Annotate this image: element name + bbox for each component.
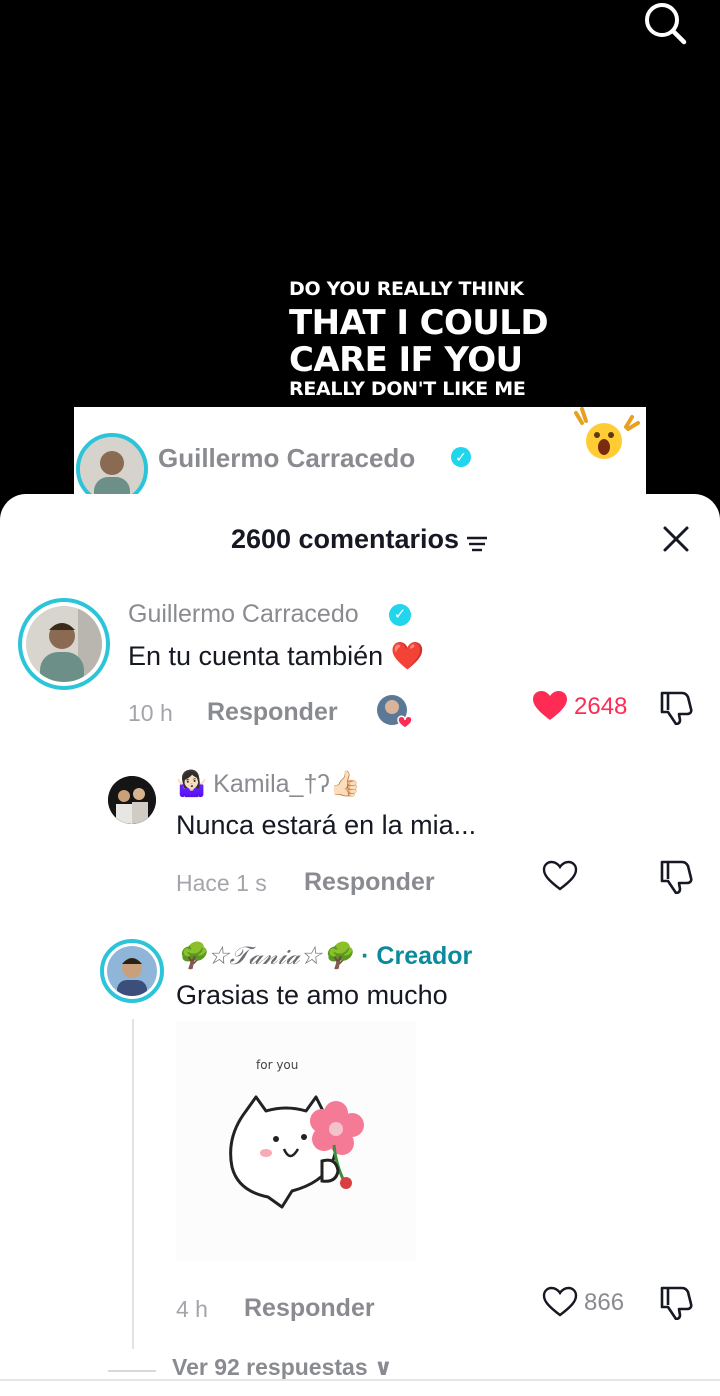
scared-emoji-icon	[572, 407, 644, 462]
close-icon	[663, 526, 689, 552]
reply-button[interactable]: Responder	[244, 1294, 375, 1323]
divider	[0, 1379, 720, 1381]
sort-button[interactable]	[465, 529, 489, 552]
reply-button[interactable]: Responder	[304, 868, 435, 897]
view-replies-button[interactable]: Ver 92 respuestas ∨	[108, 1354, 393, 1381]
comment-time: Hace 1 s	[176, 870, 267, 896]
reply-button[interactable]: Responder	[207, 698, 338, 727]
heart-outline-icon	[542, 1286, 578, 1317]
heart-filled-icon	[533, 691, 567, 720]
comment-text: Nunca estará en la mia...	[176, 810, 477, 840]
comment-time: 10 h	[128, 700, 173, 726]
comments-header: 2600 comentarios	[0, 524, 720, 555]
divider	[108, 1369, 156, 1372]
verified-icon: ✓	[451, 447, 471, 467]
comments-sheet: 2600 comentarios Guillermo Carracedo ✓ E…	[0, 494, 720, 1396]
sort-icon	[467, 536, 488, 552]
video-caption-overlay: DO YOU REALLY THINK THAT I COULD CARE IF…	[289, 280, 549, 400]
username-text: 🌳☆𝒯𝒶𝓃𝒾𝒶☆🌳	[176, 941, 354, 970]
verified-icon: ✓	[389, 604, 411, 626]
close-button[interactable]	[661, 524, 691, 554]
like-button[interactable]	[542, 860, 578, 892]
thumbs-down-icon	[660, 860, 693, 895]
comment-text: En tu cuenta también ❤️	[128, 641, 425, 671]
username-emoji-prefix: 🤷🏻‍♀️	[176, 770, 208, 798]
like-count: 866	[584, 1289, 625, 1316]
username-text: Kamila_†ʔ👍🏻	[213, 770, 361, 798]
like-button[interactable]	[532, 690, 568, 722]
comment-username[interactable]: 🌳☆𝒯𝒶𝓃𝒾𝒶☆🌳 · Creador	[176, 941, 472, 971]
search-icon	[645, 3, 687, 45]
comment-time: 4 h	[176, 1296, 208, 1322]
overlay-line: CARE IF YOU	[289, 340, 523, 380]
creator-liked-avatar-icon	[376, 694, 414, 729]
thumbs-down-icon	[660, 1286, 693, 1321]
creator-badge: · Creador	[361, 942, 473, 970]
like-button[interactable]	[542, 1286, 578, 1318]
avatar[interactable]	[100, 939, 164, 1003]
comment-username[interactable]: Guillermo Carracedo	[128, 600, 359, 629]
comment-username[interactable]: 🤷🏻‍♀️ Kamila_†ʔ👍🏻	[176, 770, 361, 799]
thumbs-down-icon	[660, 691, 693, 726]
search-button[interactable]	[640, 0, 692, 50]
overlay-line: REALLY DON'T LIKE ME	[289, 378, 526, 400]
heart-outline-icon	[542, 860, 578, 891]
dislike-button[interactable]	[658, 858, 694, 895]
avatar[interactable]	[18, 598, 110, 690]
thread-line	[132, 1019, 134, 1349]
avatar[interactable]	[108, 776, 156, 824]
comments-count-title: 2600 comentarios	[230, 524, 460, 554]
dislike-button[interactable]	[658, 689, 694, 726]
like-count: 2648	[574, 693, 628, 720]
video-player[interactable]: DO YOU REALLY THINK THAT I COULD CARE IF…	[0, 0, 720, 520]
dislike-button[interactable]	[658, 1284, 694, 1321]
embedded-comment-card: Guillermo Carracedo ✓	[74, 407, 646, 507]
sticker-caption: for you	[256, 1058, 298, 1072]
comment-text: Grasias te amo mucho	[176, 980, 448, 1010]
cat-flower-sticker[interactable]: for you	[176, 1021, 416, 1261]
overlay-line: THAT I COULD	[289, 303, 549, 343]
view-replies-label: Ver 92 respuestas ∨	[172, 1354, 393, 1380]
embedded-username: Guillermo Carracedo	[158, 443, 416, 473]
